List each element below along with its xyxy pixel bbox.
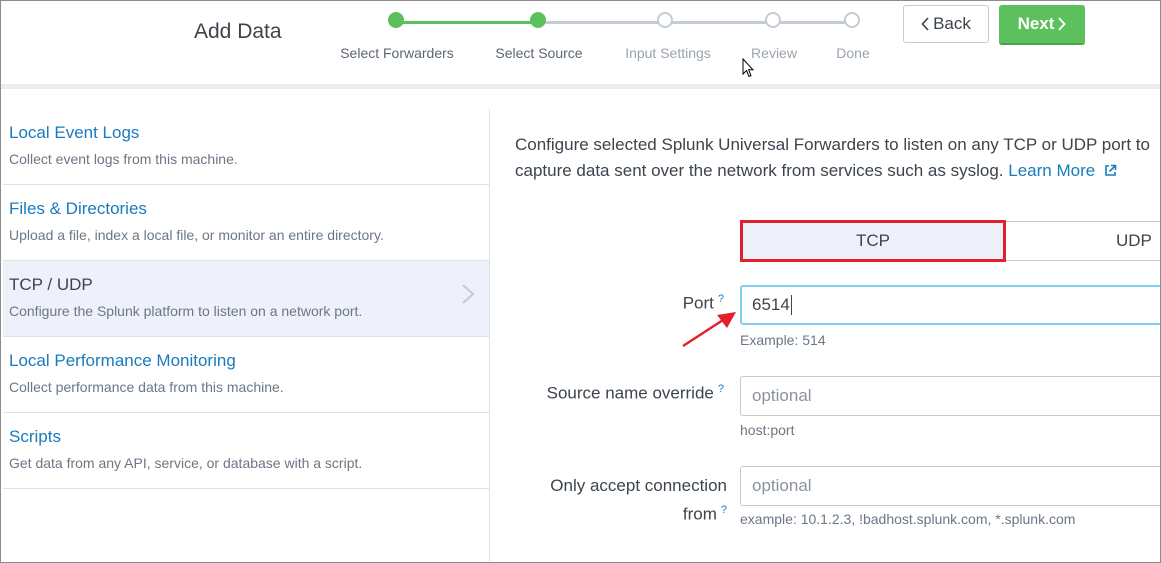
source-item-tcp-udp[interactable]: TCP / UDP Configure the Splunk platform … (3, 261, 489, 337)
wizard-header: Add Data Select Forwarders Select Source… (1, 1, 1160, 84)
source-item-desc: Upload a file, index a local file, or mo… (9, 227, 384, 243)
source-item-local-event-logs[interactable]: Local Event Logs Collect event logs from… (3, 109, 489, 185)
source-item-title: Files & Directories (9, 199, 147, 218)
annotation-arrow-icon (682, 312, 736, 348)
step-label-select-forwarders: Select Forwarders (340, 45, 454, 61)
next-button-label: Next (1017, 14, 1055, 33)
help-icon[interactable]: ? (721, 504, 727, 516)
help-icon[interactable]: ? (718, 293, 724, 305)
port-input-value: 6514 (752, 295, 790, 314)
port-help: Example: 514 (740, 332, 826, 348)
step-label-done: Done (836, 45, 870, 61)
accept-from-label-line1: Only accept connection (550, 476, 727, 495)
step-label-review: Review (751, 45, 797, 61)
next-button[interactable]: Next (999, 5, 1085, 45)
step-line-done (396, 21, 538, 24)
back-button[interactable]: Back (903, 5, 989, 43)
step-label-select-source: Select Source (495, 45, 583, 61)
external-link-icon (1105, 164, 1117, 176)
add-data-window: Add Data Select Forwarders Select Source… (0, 0, 1161, 563)
text-caret (790, 295, 792, 315)
panel-divider (489, 109, 490, 562)
source-item-desc: Collect performance data from this machi… (9, 379, 284, 395)
source-item-scripts[interactable]: Scripts Get data from any API, service, … (3, 413, 489, 489)
source-list: Local Event Logs Collect event logs from… (3, 109, 489, 489)
source-name-input[interactable]: optional (740, 376, 1160, 416)
accept-from-input[interactable]: optional (740, 466, 1160, 506)
step-dot-input-settings (657, 12, 673, 28)
chevron-right-icon (462, 284, 475, 304)
mouse-cursor-icon (742, 58, 754, 78)
header-divider (1, 84, 1160, 89)
learn-more-link[interactable]: Learn More (1008, 161, 1117, 180)
accept-from-help: example: 10.1.2.3, !badhost.splunk.com, … (740, 511, 1076, 527)
wizard-stepper: Select Forwarders Select Source Input Se… (1, 1, 901, 81)
source-item-desc: Configure the Splunk platform to listen … (9, 303, 363, 319)
learn-more-label: Learn More (1008, 161, 1096, 180)
source-item-files-directories[interactable]: Files & Directories Upload a file, index… (3, 185, 489, 261)
accept-from-label-line2-wrap: from? (501, 498, 727, 527)
source-item-title: Local Event Logs (9, 123, 140, 142)
chevron-right-icon (1058, 17, 1067, 31)
step-dot-review (765, 12, 781, 28)
source-item-desc: Collect event logs from this machine. (9, 151, 238, 167)
protocol-tcp-button[interactable]: TCP (740, 220, 1006, 262)
chevron-left-icon (921, 17, 929, 31)
source-item-local-performance-monitoring[interactable]: Local Performance Monitoring Collect per… (3, 337, 489, 413)
port-input[interactable]: 6514 (740, 285, 1160, 325)
accept-from-label-line2: from (682, 504, 717, 524)
source-name-label: Source name override? (501, 383, 724, 404)
accept-from-placeholder: optional (752, 476, 812, 495)
protocol-udp-button[interactable]: UDP (1004, 222, 1160, 260)
source-name-help: host:port (740, 422, 795, 438)
protocol-toggle: TCP UDP (740, 220, 1160, 262)
step-line-pending (538, 21, 852, 24)
step-dot-select-forwarders (388, 12, 404, 28)
step-dot-select-source (530, 12, 546, 28)
accept-from-label: Only accept connection from? (501, 473, 727, 527)
source-item-title: Local Performance Monitoring (9, 351, 236, 370)
source-item-desc: Get data from any API, service, or datab… (9, 455, 363, 471)
step-dot-done (844, 12, 860, 28)
source-name-placeholder: optional (752, 386, 812, 405)
source-description: Configure selected Splunk Universal Forw… (515, 132, 1160, 184)
source-item-title: Scripts (9, 427, 61, 446)
source-name-label-text: Source name override (546, 383, 714, 403)
help-icon[interactable]: ? (718, 383, 724, 395)
back-button-label: Back (933, 14, 971, 33)
step-label-input-settings: Input Settings (625, 45, 711, 61)
source-item-title: TCP / UDP (9, 275, 93, 294)
